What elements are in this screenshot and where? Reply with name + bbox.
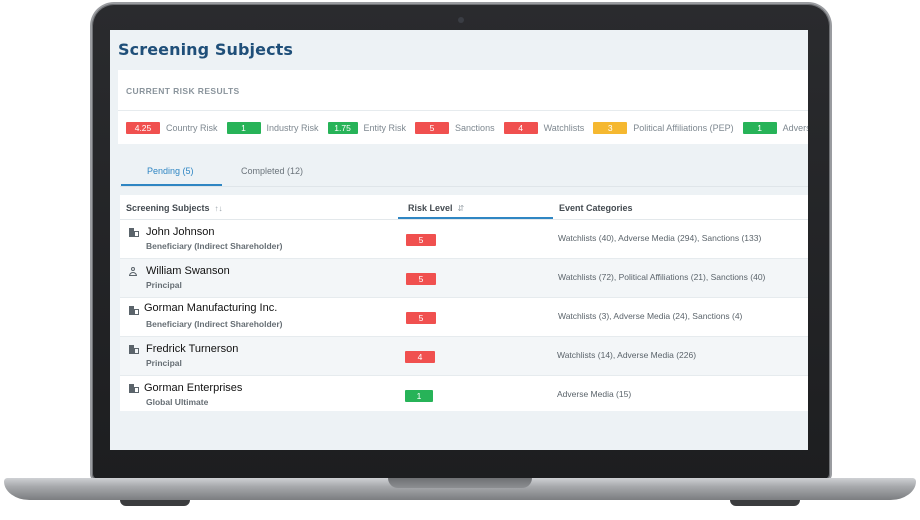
subject-name[interactable]: William Swanson bbox=[146, 265, 286, 277]
camera-dot bbox=[458, 17, 464, 23]
table-row[interactable]: John Johnson Beneficiary (Indirect Share… bbox=[120, 220, 808, 259]
subject-name[interactable]: John Johnson bbox=[146, 226, 286, 238]
subject-role: Global Ultimate bbox=[146, 397, 209, 407]
subject-role: Principal bbox=[146, 358, 182, 368]
subject-role: Beneficiary (Indirect Shareholder) bbox=[146, 241, 283, 251]
risk-badge: 1 bbox=[226, 122, 261, 134]
person-icon bbox=[129, 267, 140, 277]
building-icon bbox=[129, 306, 140, 316]
risk-label: Country Risk bbox=[166, 123, 218, 133]
building-icon bbox=[129, 228, 140, 238]
laptop-foot-left bbox=[120, 500, 190, 506]
tab-pending[interactable]: Pending (5) bbox=[147, 166, 194, 176]
risk-results-heading: CURRENT RISK RESULTS bbox=[126, 86, 240, 96]
laptop-foot-right bbox=[730, 500, 800, 506]
event-categories: Watchlists (72), Political Affiliations … bbox=[558, 272, 766, 282]
building-icon bbox=[129, 345, 140, 355]
column-header-risk-level[interactable]: Risk Level ⇵ bbox=[408, 203, 464, 213]
active-tab-indicator bbox=[121, 184, 222, 186]
risk-label: Watchlists bbox=[543, 123, 585, 133]
table-row[interactable]: Gorman Enterprises Global Ultimate 1 Adv… bbox=[120, 376, 808, 414]
risk-label: Political Affiliations (PEP) bbox=[633, 123, 734, 133]
risk-badge: 5 bbox=[415, 122, 450, 134]
table-header: Screening Subjects ↑↓ Risk Level ⇵ Event C… bbox=[120, 195, 808, 220]
page-title: Screening Subjects bbox=[118, 40, 294, 59]
risk-badge: 3 bbox=[593, 122, 628, 134]
risk-item-adverse-media: 1 Adverse media bbox=[742, 122, 808, 134]
column-header-event-categories: Event Categories bbox=[559, 203, 633, 213]
risk-badge: 1.75 bbox=[327, 122, 358, 134]
risk-item-watchlists: 4 Watchlists bbox=[503, 122, 585, 134]
risk-label: Sanctions bbox=[455, 123, 495, 133]
app-screen: Screening Subjects CURRENT RISK RESULTS … bbox=[110, 30, 808, 450]
risk-item-entity: 1.75 Entity Risk bbox=[327, 122, 407, 134]
risk-label: Entity Risk bbox=[363, 123, 407, 133]
risk-level-badge: 1 bbox=[405, 390, 433, 402]
risk-level-badge: 5 bbox=[406, 234, 436, 246]
risk-item-country: 4.25 Country Risk bbox=[126, 122, 218, 134]
risk-label: Adverse media bbox=[782, 123, 808, 133]
event-categories: Watchlists (3), Adverse Media (24), Sanc… bbox=[558, 311, 743, 321]
column-header-label: Risk Level bbox=[408, 203, 453, 213]
event-categories: Adverse Media (15) bbox=[557, 389, 632, 399]
table-row[interactable]: William Swanson Principal 5 Watchlists (… bbox=[120, 259, 808, 298]
tab-bar: Pending (5) Completed (12) bbox=[120, 158, 808, 187]
column-header-subjects[interactable]: Screening Subjects ↑↓ bbox=[126, 203, 223, 213]
risk-results-card: CURRENT RISK RESULTS 4.25 Country Risk 1… bbox=[118, 70, 808, 144]
sort-icon[interactable]: ↑↓ bbox=[215, 204, 223, 213]
risk-badge: 4.25 bbox=[126, 122, 160, 134]
risk-item-sanctions: 5 Sanctions bbox=[415, 122, 495, 134]
event-categories: Watchlists (40), Adverse Media (294), Sa… bbox=[558, 233, 762, 243]
risk-badge: 1 bbox=[742, 122, 777, 134]
subjects-table: Screening Subjects ↑↓ Risk Level ⇵ Event C… bbox=[120, 195, 808, 411]
risk-level-badge: 5 bbox=[406, 273, 436, 285]
laptop-notch bbox=[388, 478, 532, 488]
subject-name[interactable]: Gorman Enterprises bbox=[144, 382, 284, 394]
subject-name[interactable]: Gorman Manufacturing Inc. bbox=[144, 302, 284, 314]
risk-level-badge: 5 bbox=[406, 312, 436, 324]
risk-results-row: 4.25 Country Risk 1 Industry Risk 1.75 E… bbox=[126, 122, 808, 134]
risk-item-pep: 3 Political Affiliations (PEP) bbox=[593, 122, 734, 134]
table-row[interactable]: Gorman Manufacturing Inc. Beneficiary (I… bbox=[120, 298, 808, 337]
subject-role: Principal bbox=[146, 280, 182, 290]
table-row[interactable]: Fredrick Turnerson Principal 4 Watchlist… bbox=[120, 337, 808, 376]
risk-badge: 4 bbox=[503, 122, 538, 134]
column-header-label: Screening Subjects bbox=[126, 203, 210, 213]
divider bbox=[118, 110, 808, 111]
risk-level-badge: 4 bbox=[405, 351, 435, 363]
sorted-column-indicator bbox=[398, 217, 553, 219]
sort-desc-icon[interactable]: ⇵ bbox=[458, 204, 465, 213]
event-categories: Watchlists (14), Adverse Media (226) bbox=[557, 350, 697, 360]
subject-role: Beneficiary (Indirect Shareholder) bbox=[146, 319, 283, 329]
risk-item-industry: 1 Industry Risk bbox=[226, 122, 319, 134]
tab-completed[interactable]: Completed (12) bbox=[241, 166, 303, 176]
building-icon bbox=[129, 384, 140, 394]
risk-label: Industry Risk bbox=[266, 123, 319, 133]
subject-name[interactable]: Fredrick Turnerson bbox=[146, 343, 286, 355]
